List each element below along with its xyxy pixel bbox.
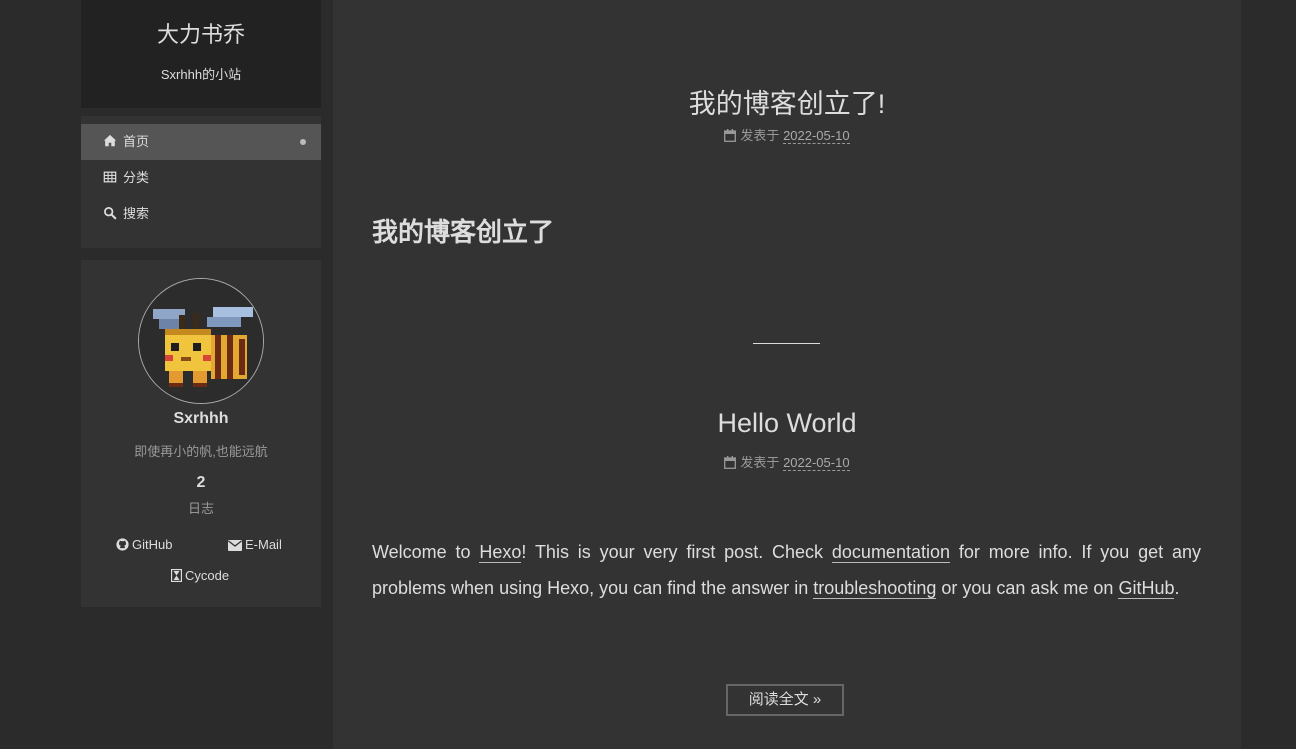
menu-item-label: 搜索: [123, 206, 150, 221]
author-profile: Sxrhhh 即使再小的帆,也能远航 2 日志 GitHub E-Mail Cy…: [81, 260, 321, 607]
post-meta-label: 发表于: [740, 128, 780, 143]
search-icon: [104, 207, 117, 220]
post-meta: 发表于 2022-05-10: [333, 125, 1241, 144]
cycode-link[interactable]: Cycode: [170, 568, 230, 583]
post-title[interactable]: 我的博客创立了!: [333, 82, 1241, 121]
post-divider: [753, 343, 820, 344]
menu-item-label: 分类: [123, 170, 150, 185]
menu-item-label: 首页: [123, 134, 150, 149]
excerpt-text: .: [1174, 578, 1180, 598]
post-meta-label: 发表于: [740, 455, 780, 470]
github-link-label: GitHub: [132, 537, 173, 552]
author-name: Sxrhhh: [173, 410, 229, 427]
cycode-link-label: Cycode: [185, 568, 230, 583]
menu-item-home[interactable]: 首页: [81, 124, 321, 160]
email-link-label: E-Mail: [245, 537, 282, 552]
post-date: 2022-05-10: [783, 128, 850, 144]
envelope-icon: [228, 540, 242, 551]
calendar-icon: [724, 456, 737, 469]
post-title[interactable]: Hello World: [333, 408, 1241, 439]
hexo-link[interactable]: Hexo: [479, 542, 522, 563]
github-icon: [116, 538, 129, 551]
active-indicator-dot: [300, 139, 306, 145]
email-link[interactable]: E-Mail: [228, 537, 282, 552]
hourglass-icon: [170, 568, 183, 583]
post-count-label[interactable]: 日志: [81, 498, 321, 517]
post-count[interactable]: 2: [81, 474, 321, 492]
documentation-link[interactable]: documentation: [831, 542, 950, 563]
troubleshooting-link[interactable]: troubleshooting: [813, 578, 937, 599]
post-heading: 我的博客创立了: [372, 217, 555, 247]
calendar-icon: [724, 129, 737, 142]
site-title[interactable]: 大力书乔: [81, 20, 321, 50]
post-meta: 发表于 2022-05-10: [333, 452, 1241, 471]
excerpt-text: Welcome to: [372, 542, 480, 562]
menu-item-search[interactable]: 搜索: [81, 196, 321, 232]
author-avatar: [138, 278, 264, 404]
site-brand: 大力书乔 Sxrhhh的小站: [81, 0, 321, 108]
github-issues-link[interactable]: GitHub: [1118, 578, 1175, 599]
post-excerpt: Welcome to Hexo! This is your very first…: [372, 534, 1201, 606]
read-more-button[interactable]: 阅读全文 »: [726, 684, 844, 716]
excerpt-text: or you can ask me on: [936, 578, 1119, 598]
main-content: 我的博客创立了! 发表于 2022-05-10 我的博客创立了 Hello Wo…: [333, 0, 1241, 749]
home-icon: [103, 134, 117, 147]
github-link[interactable]: GitHub: [116, 537, 172, 552]
grid-icon: [103, 171, 117, 183]
author-description: 即使再小的帆,也能远航: [134, 444, 268, 459]
site-subtitle: Sxrhhh的小站: [160, 67, 242, 82]
excerpt-text: ! This is your very first post. Check: [521, 542, 832, 562]
menu-item-categories[interactable]: 分类: [81, 160, 321, 196]
post-date: 2022-05-10: [783, 455, 850, 471]
pixel-bee-avatar-image: [139, 279, 263, 403]
sidebar-menu: 首页 分类 搜索: [81, 116, 321, 248]
